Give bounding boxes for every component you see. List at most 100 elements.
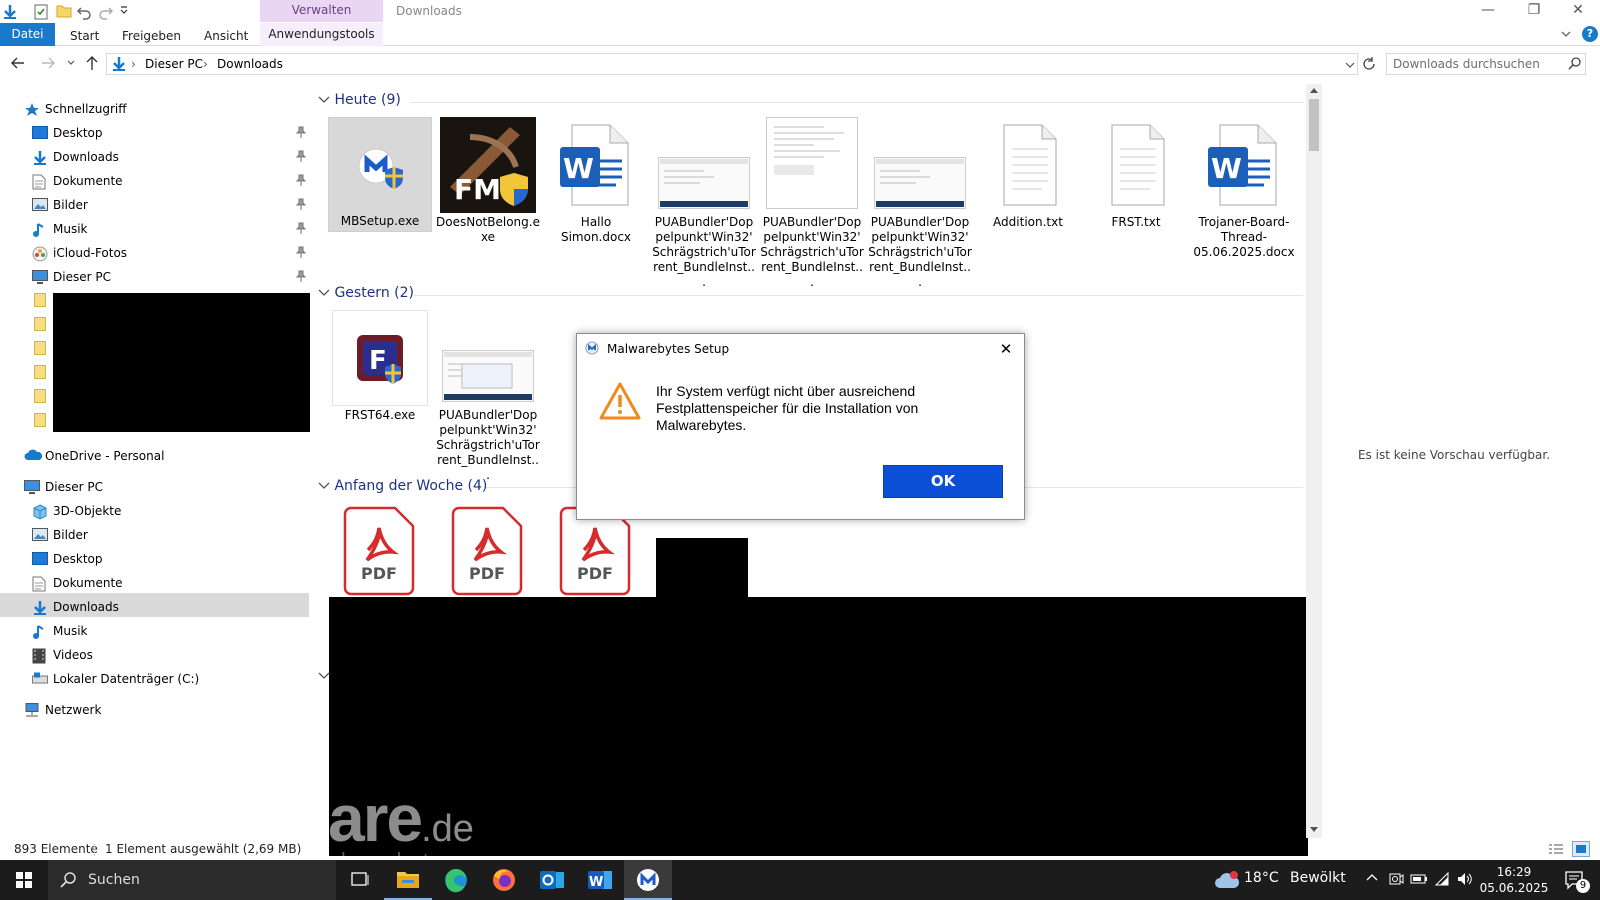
ok-button[interactable]: OK: [883, 465, 1003, 498]
scroll-down-icon[interactable]: [1309, 826, 1319, 834]
address-dropdown-icon[interactable]: [1345, 62, 1355, 68]
svg-text:FM: FM: [454, 173, 501, 206]
notification-center-icon[interactable]: 9: [1564, 869, 1590, 893]
undo-icon[interactable]: [76, 4, 92, 20]
crumb-downloads[interactable]: Downloads: [217, 57, 283, 71]
volume-icon[interactable]: [1456, 871, 1474, 887]
word-taskbar-icon[interactable]: W: [576, 860, 624, 900]
details-view-icon[interactable]: [1548, 843, 1564, 855]
nav-item-downloads[interactable]: Downloads: [32, 146, 310, 168]
group-header-today[interactable]: Heute (9): [318, 90, 401, 110]
chevron-down-icon[interactable]: [318, 672, 330, 680]
pin-icon[interactable]: [296, 174, 306, 186]
edge-browser-icon[interactable]: [432, 860, 480, 900]
customize-dropdown-icon[interactable]: [120, 6, 128, 14]
start-button[interactable]: [0, 860, 48, 900]
nav-label: Musik: [53, 222, 88, 236]
camera-icon[interactable]: [1388, 871, 1404, 887]
tab-ansicht[interactable]: Ansicht: [204, 26, 248, 46]
nav-label: Netzwerk: [45, 703, 102, 717]
nav-item-icloud-fotos[interactable]: iCloud-Fotos: [32, 242, 310, 264]
restore-button[interactable]: ❐: [1512, 0, 1556, 22]
tab-freigeben[interactable]: Freigeben: [122, 26, 181, 46]
chevron-up-icon[interactable]: [1366, 873, 1378, 881]
folder-icon[interactable]: [34, 317, 46, 331]
file-explorer-taskbar-icon[interactable]: [384, 860, 432, 900]
preview-pane-message: Es ist keine Vorschau verfügbar.: [1357, 448, 1551, 462]
pin-icon[interactable]: [296, 150, 306, 162]
fm-application-icon: FM: [440, 117, 536, 213]
taskbar-search-label: Suchen: [88, 872, 140, 888]
forward-arrow-icon[interactable]: [40, 56, 56, 70]
scrollbar-thumb[interactable]: [1309, 99, 1319, 151]
nav-item-dokumente[interactable]: Dokumente: [32, 170, 310, 192]
nav-item-desktop[interactable]: Desktop: [32, 122, 310, 144]
folder-icon[interactable]: [34, 341, 46, 355]
wifi-icon[interactable]: [1434, 871, 1450, 887]
pin-icon[interactable]: [296, 126, 306, 138]
weather-cloud-icon[interactable]: [1214, 870, 1240, 890]
status-bar: 893 Elemente 1 Element ausgewählt (2,69 …: [0, 838, 1600, 860]
nav-item-musik[interactable]: Musik: [32, 218, 310, 240]
pin-icon[interactable]: [296, 222, 306, 234]
up-arrow-icon[interactable]: [85, 55, 99, 71]
selection-info: 1 Element ausgewählt (2,69 MB): [105, 842, 302, 856]
redo-icon[interactable]: [98, 4, 114, 20]
firefox-browser-icon[interactable]: [480, 860, 528, 900]
recent-locations-icon[interactable]: [67, 60, 75, 66]
address-bar[interactable]: › Dieser PC › Downloads: [106, 53, 1358, 75]
tab-anwendungstools[interactable]: Anwendungstools: [260, 23, 383, 46]
clock-time: 16:29: [1496, 865, 1532, 879]
dialog-message: Ihr System verfügt nicht über ausreichen…: [656, 383, 919, 433]
download-arrow-icon: [32, 150, 48, 166]
tab-datei[interactable]: Datei: [0, 23, 55, 46]
nav-item-dieser-pc[interactable]: Dieser PC: [32, 266, 310, 288]
pdf-file-icon[interactable]: PDF: [450, 506, 524, 596]
properties-icon[interactable]: [34, 4, 48, 20]
pictures-icon: [32, 528, 48, 541]
minimize-button[interactable]: —: [1466, 0, 1510, 22]
pin-icon[interactable]: [296, 246, 306, 258]
nav-label: Dokumente: [53, 576, 123, 590]
file-name: Hallo Simon.docx: [560, 215, 632, 244]
nav-label: Dieser PC: [53, 270, 111, 284]
outlook-icon[interactable]: [528, 860, 576, 900]
scroll-up-icon[interactable]: [1309, 86, 1319, 94]
folder-icon[interactable]: [34, 413, 46, 427]
file-item-mbsetup[interactable]: MBSetup.exe: [328, 117, 432, 232]
pdf-label: PDF: [577, 564, 613, 583]
battery-icon[interactable]: [1410, 872, 1428, 886]
task-view-button[interactable]: [336, 860, 384, 900]
chevron-down-icon: [318, 96, 330, 104]
folder-icon[interactable]: [34, 389, 46, 403]
taskbar-search-box[interactable]: Suchen: [48, 860, 336, 900]
group-header-yesterday[interactable]: Gestern (2): [318, 283, 414, 303]
pin-icon[interactable]: [296, 270, 306, 282]
new-folder-icon[interactable]: [56, 4, 72, 18]
malwarebytes-taskbar-icon[interactable]: [624, 860, 672, 900]
back-arrow-icon[interactable]: [10, 56, 26, 70]
refresh-icon[interactable]: [1362, 57, 1376, 71]
navigation-pane: Schnellzugriff Desktop Downloads Dokumen…: [0, 90, 310, 850]
folder-icon[interactable]: [34, 365, 46, 379]
pdf-file-icon[interactable]: PDF: [342, 506, 416, 596]
nav-item-bilder[interactable]: Bilder: [32, 194, 310, 216]
folder-icon[interactable]: [34, 293, 46, 307]
download-arrow-icon[interactable]: [2, 4, 18, 20]
group-header-week[interactable]: Anfang der Woche (4): [318, 476, 487, 496]
nav-label: Lokaler Datenträger (C:): [53, 672, 200, 686]
nav-label: Desktop: [53, 126, 103, 140]
weather-temperature[interactable]: 18°C: [1244, 870, 1279, 886]
clock[interactable]: 16:29 05.06.2025: [1478, 864, 1550, 896]
dialog-close-button[interactable]: ✕: [995, 339, 1017, 359]
help-icon[interactable]: ?: [1582, 26, 1598, 42]
search-input[interactable]: Downloads durchsuchen: [1386, 53, 1586, 75]
crumb-dieser-pc[interactable]: Dieser PC: [145, 57, 203, 71]
weather-condition[interactable]: Bewölkt: [1290, 870, 1346, 886]
close-button[interactable]: ✕: [1556, 0, 1600, 22]
search-icon: [60, 872, 76, 888]
pin-icon[interactable]: [296, 198, 306, 210]
tab-start[interactable]: Start: [70, 26, 99, 46]
expand-ribbon-icon[interactable]: [1560, 29, 1572, 39]
large-icons-view-icon[interactable]: [1572, 841, 1590, 857]
